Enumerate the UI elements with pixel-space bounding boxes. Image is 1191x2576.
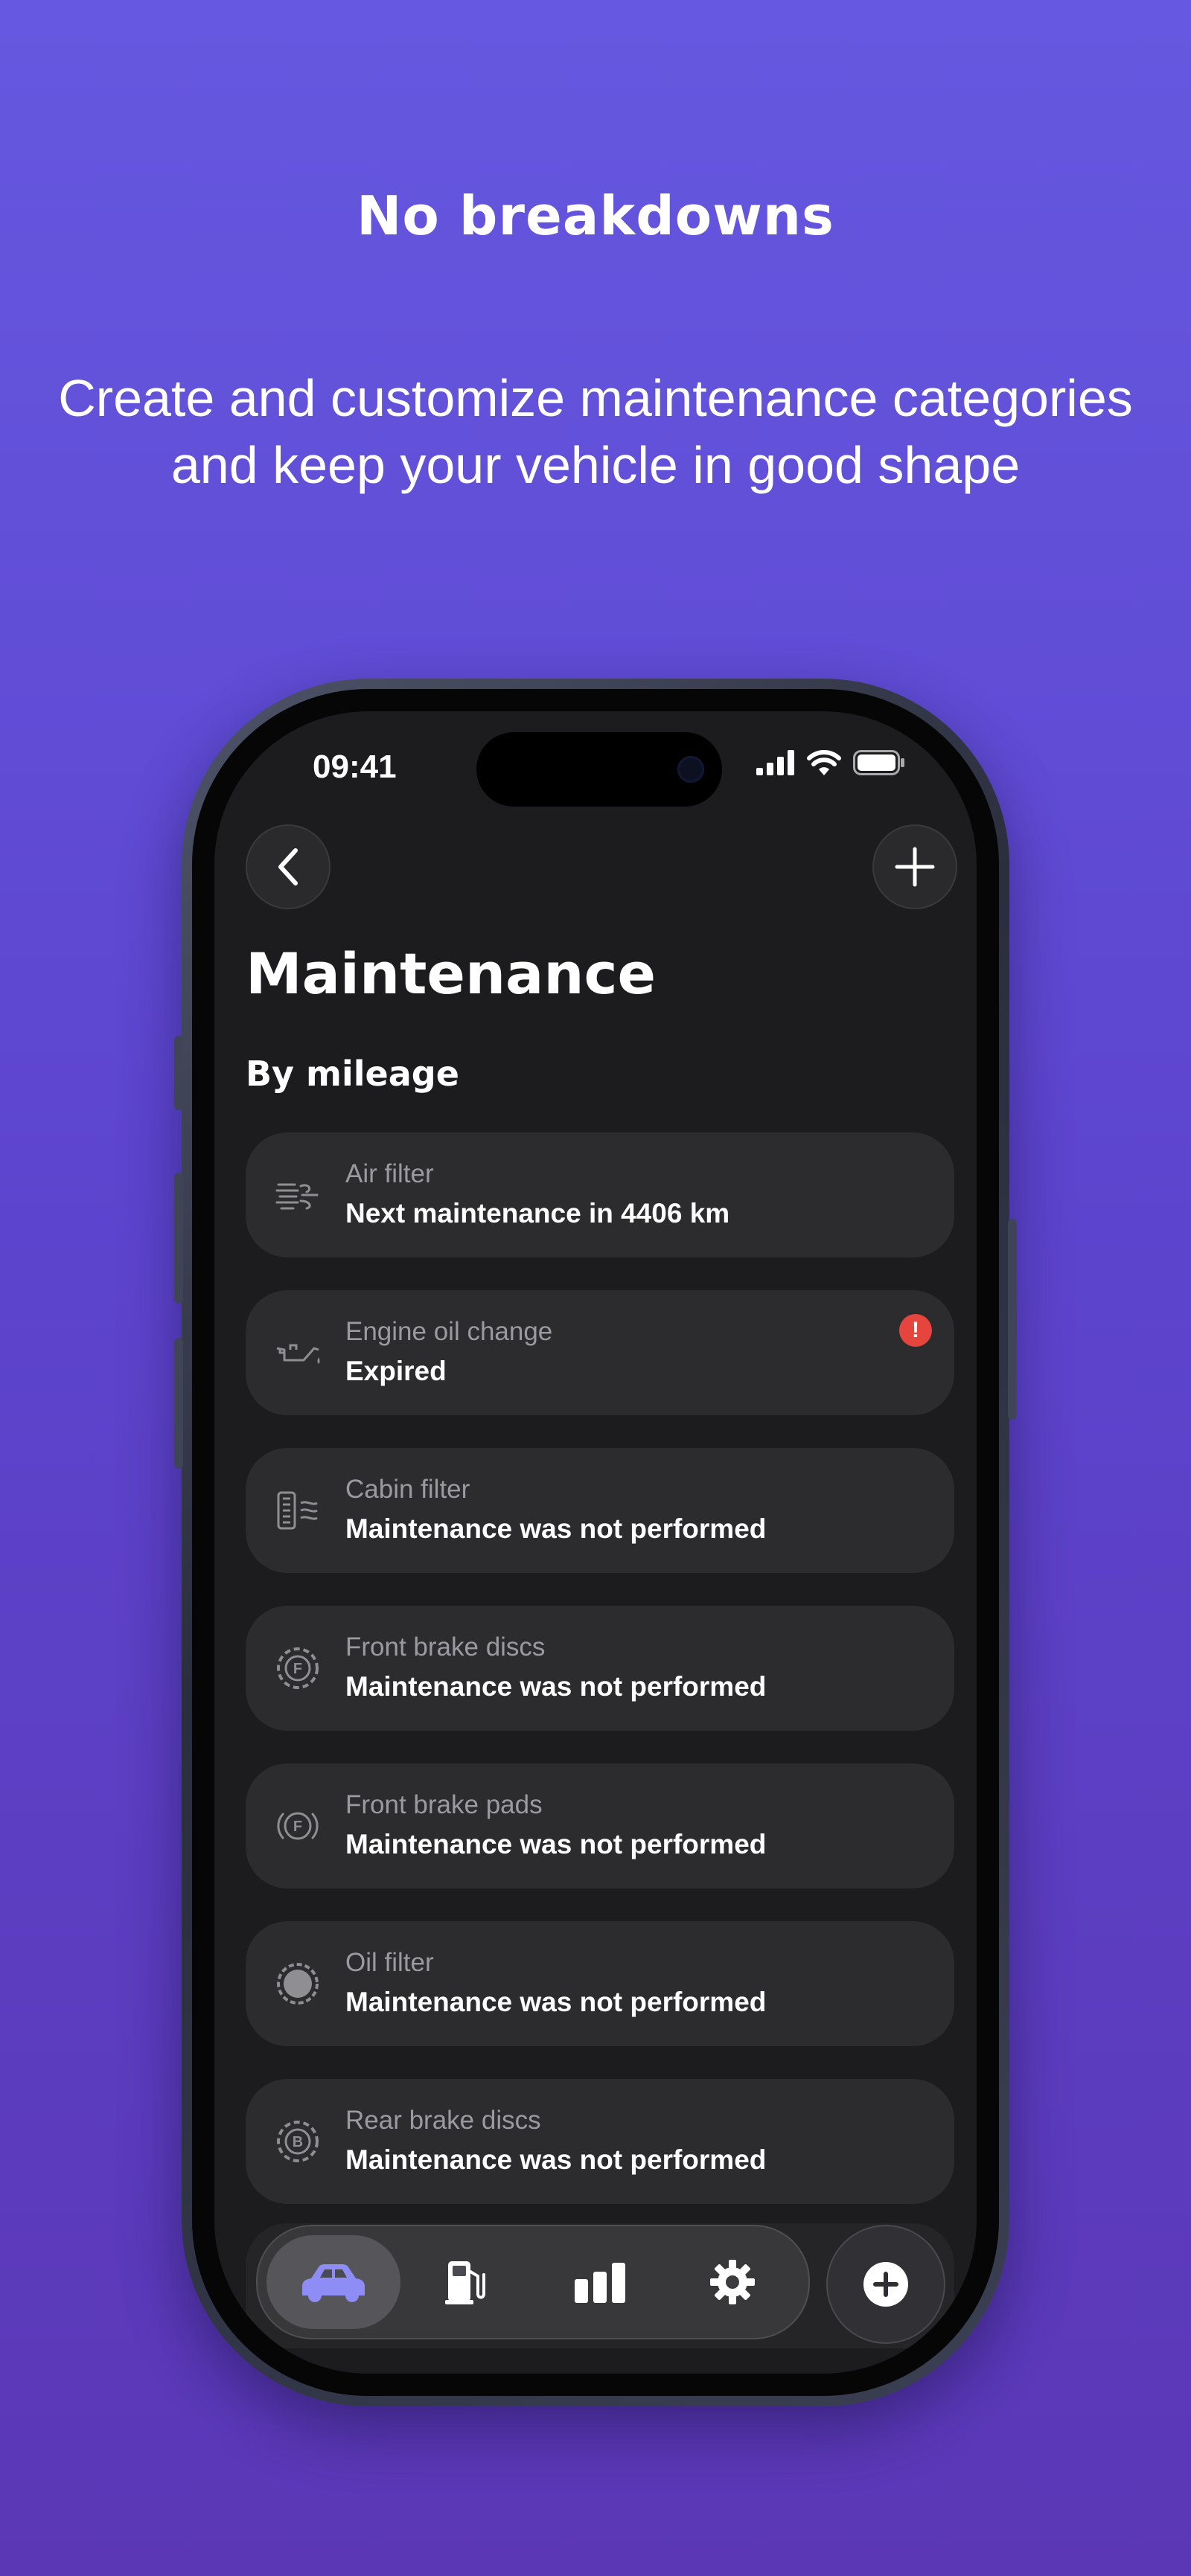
item-status: Maintenance was not performed xyxy=(345,1987,767,2017)
item-status: Maintenance was not performed xyxy=(345,1671,767,1702)
volume-up-button xyxy=(174,1173,183,1304)
tab-settings[interactable] xyxy=(665,2235,799,2329)
maintenance-card-cabin-filter[interactable]: Cabin filter Maintenance was not perform… xyxy=(246,1448,954,1573)
maintenance-card-rear-brake-discs[interactable]: B Rear brake discs Maintenance was not p… xyxy=(246,2079,954,2204)
status-time: 09:41 xyxy=(313,749,397,785)
item-status: Maintenance was not performed xyxy=(345,1513,767,1544)
settings-icon xyxy=(710,2260,755,2304)
item-label: Rear brake discs xyxy=(345,2106,541,2135)
alert-icon: ! xyxy=(899,1314,932,1347)
svg-text:F: F xyxy=(293,1661,302,1677)
action-button xyxy=(174,1036,183,1110)
status-icons xyxy=(756,750,905,775)
section-title: By mileage xyxy=(246,1054,459,1094)
cabin-filter-icon xyxy=(274,1487,322,1534)
item-label: Cabin filter xyxy=(345,1475,470,1504)
oil-filter-icon xyxy=(274,1960,322,2008)
item-label: Oil filter xyxy=(345,1948,434,1977)
air-filter-icon xyxy=(274,1171,322,1219)
signal-icon xyxy=(756,750,794,775)
stats-icon xyxy=(575,2263,625,2303)
item-status: Expired xyxy=(345,1356,447,1386)
add-button[interactable] xyxy=(872,824,957,909)
fuel-icon xyxy=(445,2261,485,2304)
rear-brake-disc-icon: B xyxy=(274,2118,322,2165)
svg-text:B: B xyxy=(293,2134,303,2150)
tab-car[interactable] xyxy=(266,2235,400,2329)
tab-bar xyxy=(256,2225,810,2339)
maintenance-card-engine-oil-change[interactable]: Engine oil change Expired ! xyxy=(246,1290,954,1415)
maintenance-list: Air filter Next maintenance in 4406 km E… xyxy=(246,1132,954,2237)
maintenance-card-air-filter[interactable]: Air filter Next maintenance in 4406 km xyxy=(246,1132,954,1257)
maintenance-card-front-brake-discs[interactable]: F Front brake discs Maintenance was not … xyxy=(246,1606,954,1731)
promo-subline-line-2: and keep your vehicle in good shape xyxy=(170,436,1021,494)
promo-subline: Create and customize maintenance categor… xyxy=(45,365,1146,499)
wifi-icon xyxy=(807,750,841,775)
dynamic-island xyxy=(476,732,722,807)
camera-icon xyxy=(677,756,704,783)
item-status: Maintenance was not performed xyxy=(345,2144,767,2175)
plus-icon xyxy=(895,847,935,887)
front-brake-pads-icon: F xyxy=(274,1802,322,1850)
plus-circle-icon xyxy=(863,2262,908,2307)
item-status: Next maintenance in 4406 km xyxy=(345,1198,730,1228)
back-button[interactable] xyxy=(246,824,331,909)
car-icon xyxy=(302,2264,365,2302)
page-title: Maintenance xyxy=(246,941,657,1007)
oil-can-icon xyxy=(274,1329,322,1377)
item-label: Engine oil change xyxy=(345,1317,553,1346)
volume-down-button xyxy=(174,1338,183,1469)
item-label: Front brake discs xyxy=(345,1633,546,1662)
item-label: Front brake pads xyxy=(345,1790,543,1819)
front-brake-disc-icon: F xyxy=(274,1644,322,1692)
battery-icon xyxy=(853,750,904,775)
tab-fuel[interactable] xyxy=(399,2235,533,2329)
chevron-left-icon xyxy=(278,848,298,885)
phone-screen: 09:41 Maintenance By mileage Air filter … xyxy=(214,711,977,2374)
item-status: Maintenance was not performed xyxy=(345,1829,767,1859)
maintenance-card-oil-filter[interactable]: Oil filter Maintenance was not performed xyxy=(246,1921,954,2046)
item-label: Air filter xyxy=(345,1159,434,1188)
svg-text:F: F xyxy=(293,1819,302,1835)
power-button xyxy=(1008,1219,1017,1420)
quick-add-button[interactable] xyxy=(826,2225,945,2344)
tab-stats[interactable] xyxy=(533,2235,667,2329)
promo-headline: No breakdowns xyxy=(357,185,834,247)
promo-subline-line-1: Create and customize maintenance categor… xyxy=(58,369,1133,427)
maintenance-card-front-brake-pads[interactable]: F Front brake pads Maintenance was not p… xyxy=(246,1763,954,1888)
